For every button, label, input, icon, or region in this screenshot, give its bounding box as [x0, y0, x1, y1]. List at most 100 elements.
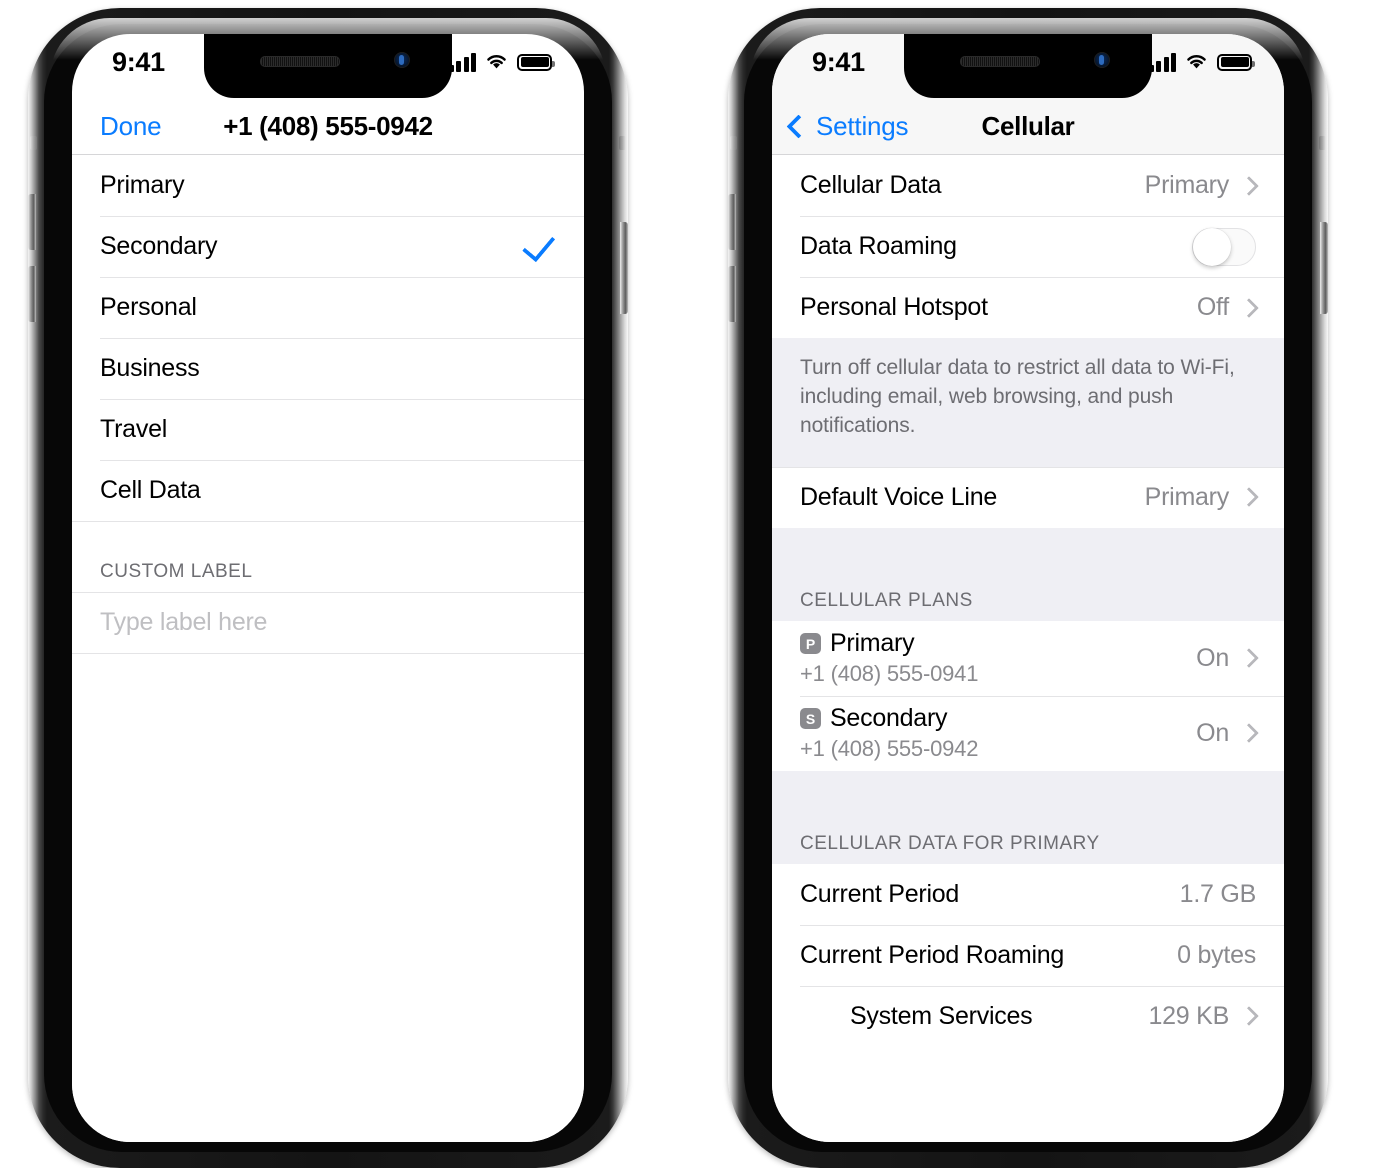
custom-label-input-row[interactable]: Type label here — [72, 592, 584, 653]
status-bar-icons — [1148, 52, 1255, 72]
display-notch — [204, 34, 452, 98]
cellular-plans-list: P Primary +1 (408) 555-0941 On S Seconda… — [772, 620, 1284, 771]
row-value: Primary — [1144, 482, 1230, 511]
cellular-signal-icon — [1148, 52, 1176, 72]
row-personal-hotspot[interactable]: Personal Hotspot Off — [772, 277, 1284, 338]
checkmark-icon — [522, 227, 556, 262]
chevron-right-icon — [1239, 723, 1259, 744]
row-system-services[interactable]: System Services 129 KB — [772, 985, 1284, 1047]
row-value: Primary — [1144, 171, 1230, 199]
row-label: System Services — [850, 1001, 1033, 1030]
mute-switch-button[interactable] — [30, 136, 37, 150]
plan-accessory: On — [1196, 718, 1259, 748]
volume-down-button[interactable] — [28, 266, 36, 322]
earpiece-speaker-icon — [260, 56, 340, 67]
row-label: Personal Hotspot — [800, 293, 988, 321]
row-label: Current Period — [800, 879, 960, 908]
display-notch — [904, 34, 1152, 98]
mute-switch-button[interactable] — [730, 136, 737, 150]
done-button[interactable]: Done — [100, 111, 162, 142]
volume-up-button[interactable] — [728, 194, 736, 250]
row-label: Data Roaming — [800, 232, 957, 260]
cellular-data-footnote: Turn off cellular data to restrict all d… — [772, 338, 1284, 467]
iphone-device-left: 9:41 Done +1 (408) 555-0942 Primary Seco… — [28, 8, 628, 1168]
plan-info: P Primary +1 (408) 555-0941 — [800, 629, 978, 687]
row-accessory: 129 KB — [1148, 1001, 1259, 1031]
status-bar-time: 9:41 — [812, 47, 865, 77]
front-camera-icon — [394, 52, 410, 68]
row-accessory: Off — [1196, 293, 1259, 322]
list-item-travel[interactable]: Travel — [72, 399, 584, 460]
cellular-usage-list: Current Period 1.7 GB Current Period Roa… — [772, 863, 1284, 1047]
wifi-icon — [1187, 55, 1206, 69]
sim-badge-secondary-icon: S — [800, 708, 821, 730]
row-cellular-data[interactable]: Cellular Data Primary — [772, 155, 1284, 216]
list-item-business[interactable]: Business — [72, 338, 584, 399]
cellular-usage-header: CELLULAR DATA FOR PRIMARY — [772, 802, 1284, 864]
row-current-period: Current Period 1.7 GB — [772, 863, 1284, 925]
list-item-primary[interactable]: Primary — [72, 155, 584, 216]
list-item-label: Cell Data — [100, 476, 201, 504]
frame-antenna-line — [1319, 136, 1326, 150]
front-camera-icon — [1094, 52, 1110, 68]
plan-title-line: S Secondary — [800, 704, 978, 733]
chevron-right-icon — [1239, 1006, 1259, 1027]
sim-badge-primary-icon: P — [800, 633, 821, 655]
section-spacer — [772, 527, 1284, 560]
cellular-settings-group: Cellular Data Primary Data Roaming Perso… — [772, 155, 1284, 338]
volume-up-button[interactable] — [28, 194, 36, 250]
list-item-label: Secondary — [100, 232, 218, 260]
plan-info: S Secondary +1 (408) 555-0942 — [800, 704, 978, 762]
data-roaming-toggle[interactable] — [1192, 227, 1256, 266]
list-item-label: Personal — [100, 293, 197, 321]
row-current-period-roaming: Current Period Roaming 0 bytes — [772, 924, 1284, 986]
row-value: 0 bytes — [1177, 940, 1256, 969]
status-bar-time: 9:41 — [112, 47, 165, 77]
navigation-bar-right: Settings Cellular — [772, 98, 1284, 154]
plan-phone-number: +1 (408) 555-0942 — [800, 736, 979, 762]
chevron-right-icon — [1239, 297, 1259, 318]
battery-icon — [517, 53, 555, 71]
row-default-voice-line[interactable]: Default Voice Line Primary — [772, 466, 1284, 528]
row-value: Off — [1196, 293, 1229, 321]
screen-content-right: Settings Cellular Cellular Data Primary — [772, 98, 1284, 1142]
plan-accessory: On — [1196, 643, 1259, 673]
navigation-bar-left: Done +1 (408) 555-0942 — [72, 98, 584, 154]
row-accessory: Primary — [1144, 171, 1259, 200]
list-item-personal[interactable]: Personal — [72, 277, 584, 338]
earpiece-speaker-icon — [960, 56, 1040, 67]
row-label: Current Period Roaming — [800, 940, 1065, 969]
plan-name: Primary — [830, 629, 915, 658]
row-accessory: Primary — [1144, 482, 1259, 512]
plan-title-line: P Primary — [800, 629, 978, 658]
plan-phone-number: +1 (408) 555-0941 — [800, 661, 979, 687]
custom-label-input[interactable]: Type label here — [100, 608, 267, 637]
empty-area — [72, 653, 584, 1142]
battery-icon — [1217, 53, 1255, 71]
list-item-accessory — [522, 227, 556, 262]
row-value: 129 KB — [1148, 1001, 1229, 1030]
list-item-label: Business — [100, 354, 200, 382]
screenshot-canvas: 9:41 Done +1 (408) 555-0942 Primary Seco… — [0, 0, 1400, 1168]
chevron-left-icon — [786, 113, 811, 139]
power-button[interactable] — [1320, 222, 1328, 314]
volume-down-button[interactable] — [728, 266, 736, 322]
iphone-device-right: 9:41 Settings Cellular Cellular Data Pri… — [728, 8, 1328, 1168]
wifi-icon — [487, 55, 506, 69]
plan-row-primary[interactable]: P Primary +1 (408) 555-0941 On — [772, 620, 1284, 696]
plan-status: On — [1196, 643, 1229, 672]
plan-name: Secondary — [830, 704, 948, 733]
row-data-roaming[interactable]: Data Roaming — [772, 216, 1284, 277]
status-bar-icons — [448, 52, 555, 72]
frame-antenna-line — [619, 136, 626, 150]
power-button[interactable] — [620, 222, 628, 314]
plan-status: On — [1196, 718, 1229, 747]
label-options-list: Primary Secondary Personal Business Trav… — [72, 155, 584, 521]
list-item-cell-data[interactable]: Cell Data — [72, 460, 584, 521]
list-item-secondary[interactable]: Secondary — [72, 216, 584, 277]
screen-content-left: Done +1 (408) 555-0942 Primary Secondary — [72, 98, 584, 1142]
back-button-label: Settings — [816, 110, 909, 141]
back-button-settings[interactable]: Settings — [786, 110, 909, 142]
list-item-label: Travel — [100, 415, 168, 443]
plan-row-secondary[interactable]: S Secondary +1 (408) 555-0942 On — [772, 695, 1284, 771]
